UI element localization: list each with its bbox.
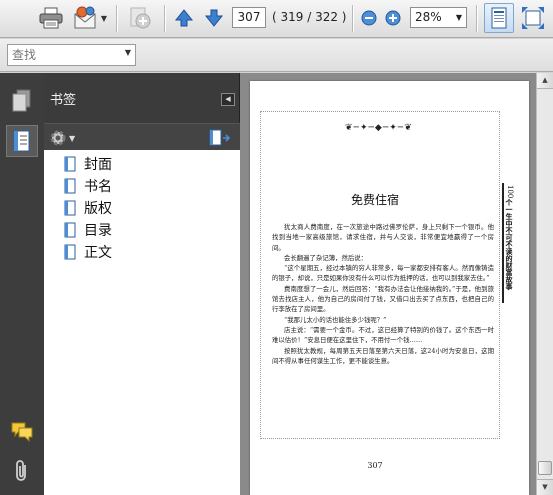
pages-icon [12, 89, 31, 112]
toolbar-divider [116, 5, 117, 32]
bookmark-label: 目录 [84, 223, 112, 239]
scroll-down-button[interactable]: ▼ [537, 479, 553, 495]
bookmark-item-copyright[interactable]: 版权 [64, 198, 112, 218]
find-toolbar: ▼ [0, 39, 553, 72]
fit-page-button[interactable] [484, 3, 514, 33]
chevron-down-icon[interactable]: ▼ [125, 48, 131, 57]
scroll-thumb[interactable] [538, 461, 552, 475]
options-menu-button[interactable]: ▼ [49, 129, 75, 147]
bookmark-item-title[interactable]: 书名 [64, 176, 112, 196]
bookmark-item-cover[interactable]: 封面 [64, 154, 112, 174]
vertical-scrollbar[interactable]: ▲ ▼ [536, 73, 553, 495]
comments-panel-button[interactable] [6, 415, 38, 447]
expand-bookmark-button[interactable] [209, 129, 231, 150]
page-footer-number: 307 [367, 461, 383, 470]
zoom-select[interactable]: 28% ▼ [410, 7, 467, 28]
zoom-out-icon [361, 10, 377, 26]
pages-panel-button[interactable] [6, 85, 38, 117]
chevron-down-icon: ▼ [69, 133, 76, 143]
email-button[interactable]: ▼ [70, 5, 110, 31]
paragraph: 费南度想了一会儿，然后回答：“我有办法会让他接纳我的。”于是，他到旅馆去找店主人… [272, 284, 494, 314]
prev-page-icon [174, 9, 194, 27]
bookmark-tree: 封面 书名 版权 目录 正文 [44, 150, 240, 495]
bookmark-label: 书名 [84, 179, 112, 195]
chevron-down-icon: ▼ [455, 13, 462, 22]
bookmark-label: 正文 [84, 245, 112, 261]
collaborate-button[interactable] [126, 5, 156, 31]
find-box[interactable]: ▼ [7, 44, 136, 66]
fit-page-icon [491, 7, 507, 29]
bookmark-icon [64, 156, 76, 172]
bookmark-icon [64, 222, 76, 238]
expand-bookmark-icon [209, 129, 231, 146]
bookmark-item-body[interactable]: 正文 [64, 242, 112, 262]
collaborate-icon [130, 7, 151, 29]
bookmark-icon [13, 130, 30, 152]
next-page-icon [204, 9, 224, 27]
zoom-out-button[interactable] [360, 5, 378, 31]
chapter-title: 免费住宿 [350, 193, 399, 207]
document-page: ❦─✦─◆─✦─❦ 免费住宿 100 个一生中不可不读的财富故事 犹太商人费南度… [250, 81, 529, 495]
attachments-panel-button[interactable] [6, 455, 38, 487]
toolbar-divider [352, 5, 353, 32]
bookmark-icon [64, 200, 76, 216]
panel-title: 书签 [50, 93, 77, 108]
ornament-divider: ❦─✦─◆─✦─❦ [345, 123, 413, 133]
fullscreen-button[interactable] [518, 5, 548, 31]
paragraph: “这个星期五，经过本镇的穷人非常多，每一家都安排有客人。然而像铸造的银子，却说，… [272, 264, 494, 283]
bookmark-label: 封面 [84, 157, 112, 173]
scroll-up-button[interactable]: ▲ [537, 73, 553, 89]
gear-icon [50, 130, 66, 146]
toolbar-divider [164, 5, 165, 32]
paragraph: 店主说：“需要一个金币。不过，这已经算了特别的价钱了。这个东西一时难以估价！”安… [272, 325, 494, 345]
next-page-button[interactable] [202, 5, 226, 31]
fullscreen-icon [522, 7, 544, 29]
document-viewport[interactable]: ❦─✦─◆─✦─❦ 免费住宿 100 个一生中不可不读的财富故事 犹太商人费南度… [240, 73, 536, 495]
page-number-input[interactable]: 307 [232, 7, 266, 28]
print-button[interactable] [36, 5, 66, 31]
paragraph: “我那儿太小的话也能住多少钱呢？” [284, 315, 387, 324]
paragraph: 犹太商人费南度，在一次旅途中路过佛罗伦萨，身上只剩下一个银币。他找到当地一家高级… [272, 223, 494, 252]
paragraph: 会长翻遍了杂记簿，然后说： [284, 253, 368, 262]
bookmarks-panel-button[interactable] [6, 125, 38, 157]
paragraph: 按照犹太教规，每周第五天日落至第六天日落，这24小时为安息日，这期间不得从事任何… [272, 346, 494, 365]
bookmark-icon [64, 178, 76, 194]
find-input[interactable] [12, 47, 112, 63]
page-body-text: 犹太商人费南度，在一次旅途中路过佛罗伦萨，身上只剩下一个银币。他找到当地一家高级… [272, 222, 494, 366]
paperclip-icon [16, 460, 26, 481]
bookmarks-subtoolbar: ▼ [44, 123, 240, 150]
zoom-value: 28% [415, 10, 442, 24]
chevron-down-icon: ▼ [100, 13, 108, 23]
toolbar-divider [476, 5, 477, 32]
side-title: 个一生中不可不读的财富故事 [505, 199, 514, 290]
bookmark-label: 版权 [84, 201, 112, 217]
zoom-in-button[interactable] [384, 5, 402, 31]
navigation-rail [0, 73, 44, 495]
bookmark-icon [64, 244, 76, 260]
page-count-label: ( 319 / 322 ) [272, 10, 347, 24]
email-icon [74, 6, 96, 29]
collapse-panel-button[interactable]: ◀ [221, 93, 235, 106]
printer-icon [39, 7, 63, 29]
side-number: 100 [506, 185, 514, 199]
main-toolbar: ▼ 307 ( 319 / 322 ) 28% ▼ [0, 0, 553, 38]
bookmark-item-contents[interactable]: 目录 [64, 220, 112, 240]
bookmarks-panel: 书签 ◀ ▼ 封面 书名 版权 目录 正文 [44, 73, 240, 495]
zoom-in-icon [385, 10, 401, 26]
comments-icon [11, 422, 33, 442]
prev-page-button[interactable] [172, 5, 196, 31]
